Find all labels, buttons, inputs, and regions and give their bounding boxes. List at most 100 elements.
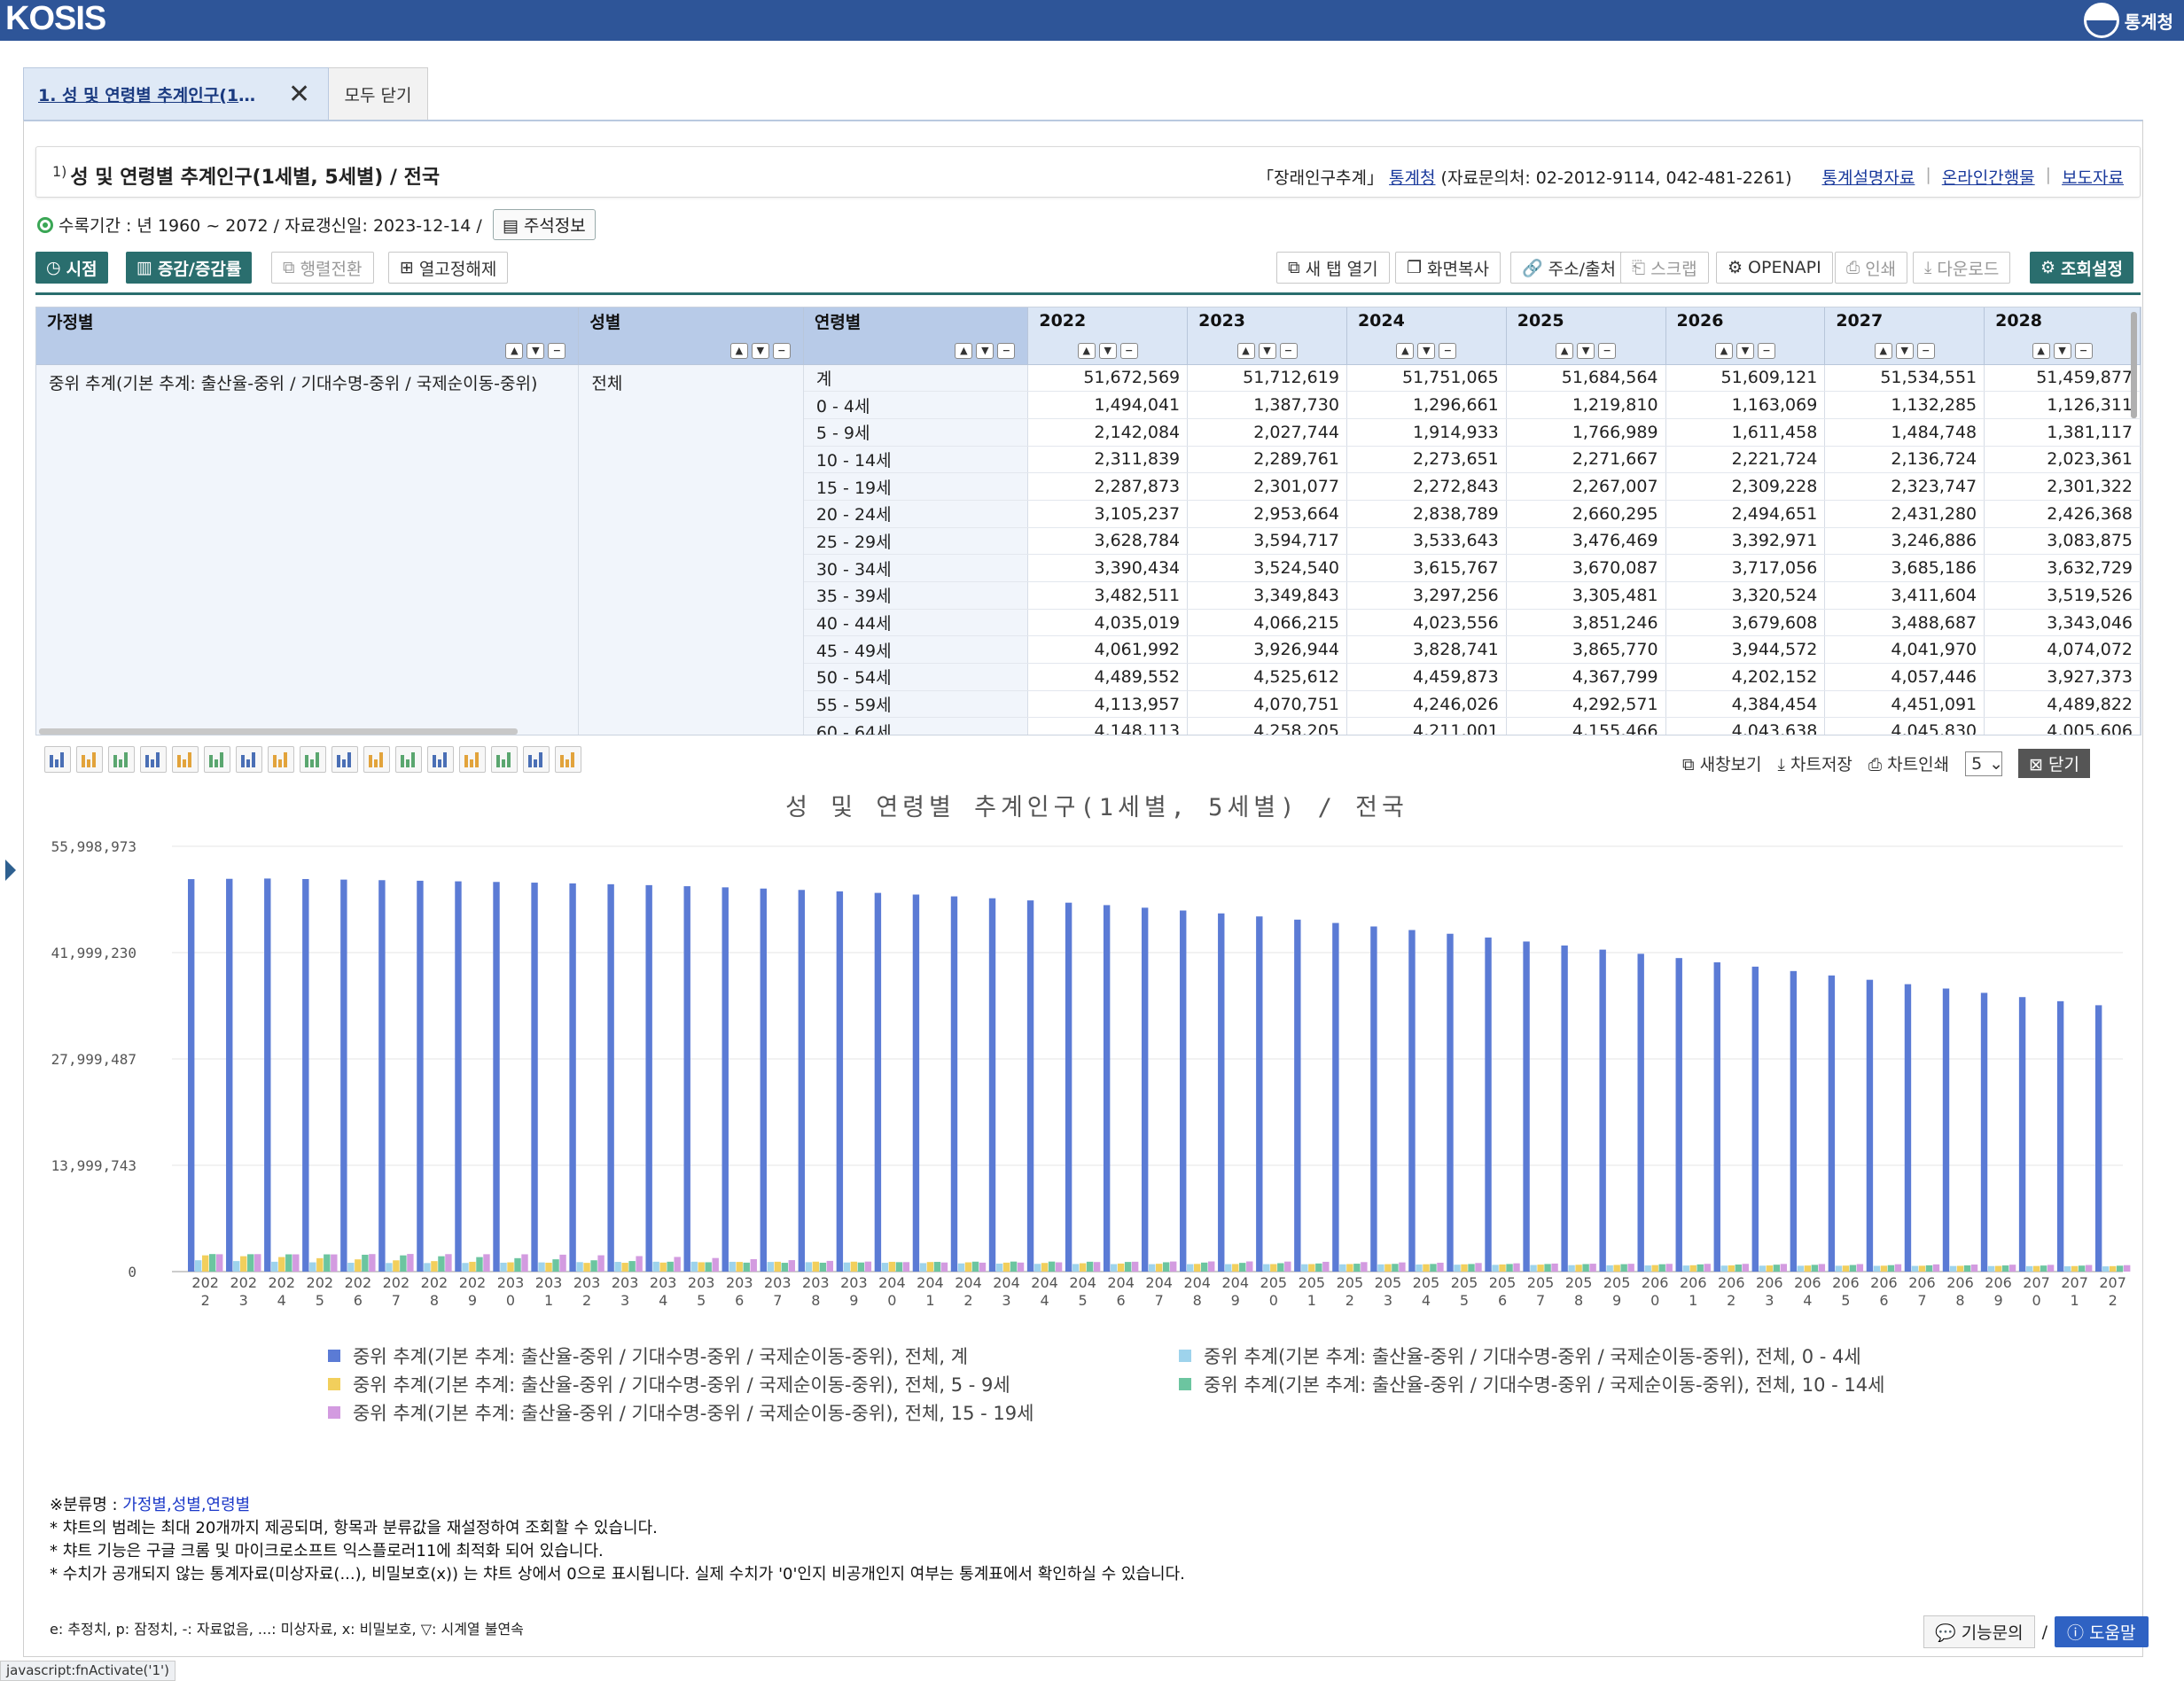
scatter-chart-icon[interactable] bbox=[555, 746, 581, 773]
sort-up-icon[interactable]: ▲ bbox=[1236, 343, 1255, 360]
remove-icon[interactable]: − bbox=[1598, 343, 1617, 360]
remove-icon[interactable]: − bbox=[772, 343, 791, 360]
chart-save-button[interactable]: ⤓ 차트저장 bbox=[1778, 751, 1852, 775]
download-button[interactable]: ⤓ 다운로드 bbox=[1913, 252, 2011, 284]
radar-chart-icon[interactable] bbox=[523, 746, 550, 773]
source-link[interactable]: 통계청 bbox=[1389, 165, 1435, 189]
remove-icon[interactable]: − bbox=[548, 343, 566, 360]
sort-up-icon[interactable]: ▲ bbox=[1396, 343, 1415, 360]
screen-copy-button[interactable]: ❐ 화면복사 bbox=[1395, 252, 1501, 284]
annotation-info-button[interactable]: ▤ 주석정보 bbox=[492, 209, 596, 240]
tab-label[interactable]: 1. 성 및 연령별 추계인구(1세별, 5세별) / 전국 bbox=[38, 82, 269, 106]
sort-up-icon[interactable]: ▲ bbox=[1874, 343, 1892, 360]
chart-print-button[interactable]: ⎙ 차트인쇄 bbox=[1868, 751, 1949, 775]
new-tab-button[interactable]: ⧉ 새 탭 열기 bbox=[1276, 252, 1390, 284]
sort-down-icon[interactable]: ▼ bbox=[2053, 343, 2071, 360]
vertical-scrollbar[interactable] bbox=[2131, 312, 2137, 418]
stat-description-link[interactable]: 통계설명자료 bbox=[1821, 165, 1915, 189]
sort-up-icon[interactable]: ▲ bbox=[505, 343, 524, 360]
bar bbox=[1339, 1264, 1346, 1272]
print-button[interactable]: ⎙ 인쇄 bbox=[1835, 252, 1908, 284]
header-year[interactable]: 2023 bbox=[1187, 307, 1347, 334]
sort-down-icon[interactable]: ▼ bbox=[1417, 343, 1436, 360]
header-year[interactable]: 2028 bbox=[1984, 307, 2141, 334]
unfreeze-columns-button[interactable]: ⊞ 열고정해제 bbox=[388, 252, 509, 284]
horizontal-bar-icon[interactable] bbox=[300, 746, 326, 773]
kosis-logo[interactable]: KOSIS bbox=[5, 1, 106, 36]
remove-icon[interactable]: − bbox=[1916, 343, 1935, 360]
transpose-button[interactable]: ⧉ 행렬전환 bbox=[271, 252, 374, 284]
sort-up-icon[interactable]: ▲ bbox=[1556, 343, 1574, 360]
stacked-area-icon[interactable] bbox=[427, 746, 454, 773]
sort-down-icon[interactable]: ▼ bbox=[1258, 343, 1276, 360]
sort-down-icon[interactable]: ▼ bbox=[1577, 343, 1595, 360]
close-icon[interactable]: ✕ bbox=[288, 79, 310, 110]
remove-icon[interactable]: − bbox=[1439, 343, 1457, 360]
header-year[interactable]: 2024 bbox=[1346, 307, 1507, 334]
area-chart-icon[interactable] bbox=[395, 746, 422, 773]
header-year[interactable]: 2025 bbox=[1506, 307, 1666, 334]
agency-logo[interactable]: 통계청 bbox=[2083, 3, 2173, 38]
remove-icon[interactable]: − bbox=[1119, 343, 1138, 360]
help-button[interactable]: ⓘ 도움말 bbox=[2055, 1616, 2149, 1647]
sort-down-icon[interactable]: ▼ bbox=[1895, 343, 1914, 360]
bar bbox=[469, 1261, 476, 1272]
percent-area-icon[interactable] bbox=[459, 746, 486, 773]
header-scenario[interactable]: 가정별 bbox=[36, 307, 580, 334]
sort-down-icon[interactable]: ▼ bbox=[976, 343, 994, 360]
sort-down-icon[interactable]: ▼ bbox=[1736, 343, 1754, 360]
sort-down-icon[interactable]: ▼ bbox=[1098, 343, 1117, 360]
top-banner: KOSIS 통계청 bbox=[0, 0, 2184, 41]
column-chart-icon[interactable] bbox=[204, 746, 230, 773]
sort-up-icon[interactable]: ▲ bbox=[1714, 343, 1733, 360]
feature-inquiry-button[interactable]: 💬 기능문의 bbox=[1923, 1615, 2035, 1648]
sort-up-icon[interactable]: ▲ bbox=[729, 343, 748, 360]
horizontal-scrollbar[interactable] bbox=[39, 728, 518, 735]
bar bbox=[431, 1261, 438, 1272]
sort-up-icon[interactable]: ▲ bbox=[2032, 343, 2050, 360]
remove-icon[interactable]: − bbox=[997, 343, 1016, 360]
tab-active-table[interactable]: 1. 성 및 연령별 추계인구(1세별, 5세별) / 전국 ✕ bbox=[23, 67, 329, 121]
chart-close-button[interactable]: ⊠ 닫기 bbox=[2018, 749, 2091, 778]
x-tick-label: 206 bbox=[1946, 1274, 1974, 1291]
time-point-button[interactable]: ◷ 시점 bbox=[35, 252, 108, 284]
sort-up-icon[interactable]: ▲ bbox=[955, 343, 973, 360]
series-count-select[interactable]: 5 ⌄ bbox=[1965, 751, 2003, 776]
remove-icon[interactable]: − bbox=[1279, 343, 1298, 360]
sort-up-icon[interactable]: ▲ bbox=[1077, 343, 1096, 360]
stacked-column-icon[interactable] bbox=[236, 746, 262, 773]
bar bbox=[292, 1254, 300, 1272]
query-settings-button[interactable]: ⚙ 조회설정 bbox=[2030, 252, 2133, 284]
bar-chart-icon[interactable] bbox=[44, 746, 71, 773]
header-age[interactable]: 연령별 bbox=[803, 307, 1029, 334]
header-year[interactable]: 2027 bbox=[1824, 307, 1985, 334]
stacked-bar-icon[interactable] bbox=[108, 746, 135, 773]
close-all-tabs-button[interactable]: 모두 닫기 bbox=[329, 67, 428, 121]
sort-down-icon[interactable]: ▼ bbox=[526, 343, 545, 360]
pie-chart-icon[interactable] bbox=[491, 746, 518, 773]
percent-column-icon[interactable] bbox=[268, 746, 294, 773]
sort-down-icon[interactable]: ▼ bbox=[751, 343, 769, 360]
grouped-bar-icon[interactable] bbox=[76, 746, 103, 773]
y-tick-label: 27,999,487 bbox=[51, 1051, 136, 1068]
press-release-link[interactable]: 보도자료 bbox=[2062, 165, 2124, 189]
stacked-hbar-icon[interactable] bbox=[363, 746, 390, 773]
age-cell: 45 - 49세 bbox=[803, 635, 1029, 665]
line-chart-icon[interactable] bbox=[140, 746, 167, 773]
area-line-icon[interactable] bbox=[172, 746, 199, 773]
remove-icon[interactable]: − bbox=[2074, 343, 2093, 360]
openapi-button[interactable]: ⚙ OPENAPI bbox=[1716, 252, 1833, 284]
side-panel-toggle-icon[interactable] bbox=[5, 860, 16, 881]
online-publication-link[interactable]: 온라인간행물 bbox=[1942, 165, 2035, 189]
header-year[interactable]: 2022 bbox=[1027, 307, 1189, 334]
value-cell: 3,927,373 bbox=[1984, 663, 2141, 691]
scrap-button[interactable]: ⎗ 스크랩 bbox=[1620, 252, 1709, 284]
new-window-button[interactable]: ⧉ 새창보기 bbox=[1682, 751, 1762, 775]
grouped-hbar-icon[interactable] bbox=[332, 746, 358, 773]
change-rate-button[interactable]: ▥ 증감/증감률 bbox=[126, 252, 253, 284]
address-source-button[interactable]: 🔗 주소/출처 bbox=[1510, 252, 1627, 284]
header-sex[interactable]: 성별 bbox=[578, 307, 804, 334]
title-footnote[interactable]: 1) bbox=[52, 163, 66, 180]
header-year[interactable]: 2026 bbox=[1665, 307, 1826, 334]
remove-icon[interactable]: − bbox=[1757, 343, 1775, 360]
